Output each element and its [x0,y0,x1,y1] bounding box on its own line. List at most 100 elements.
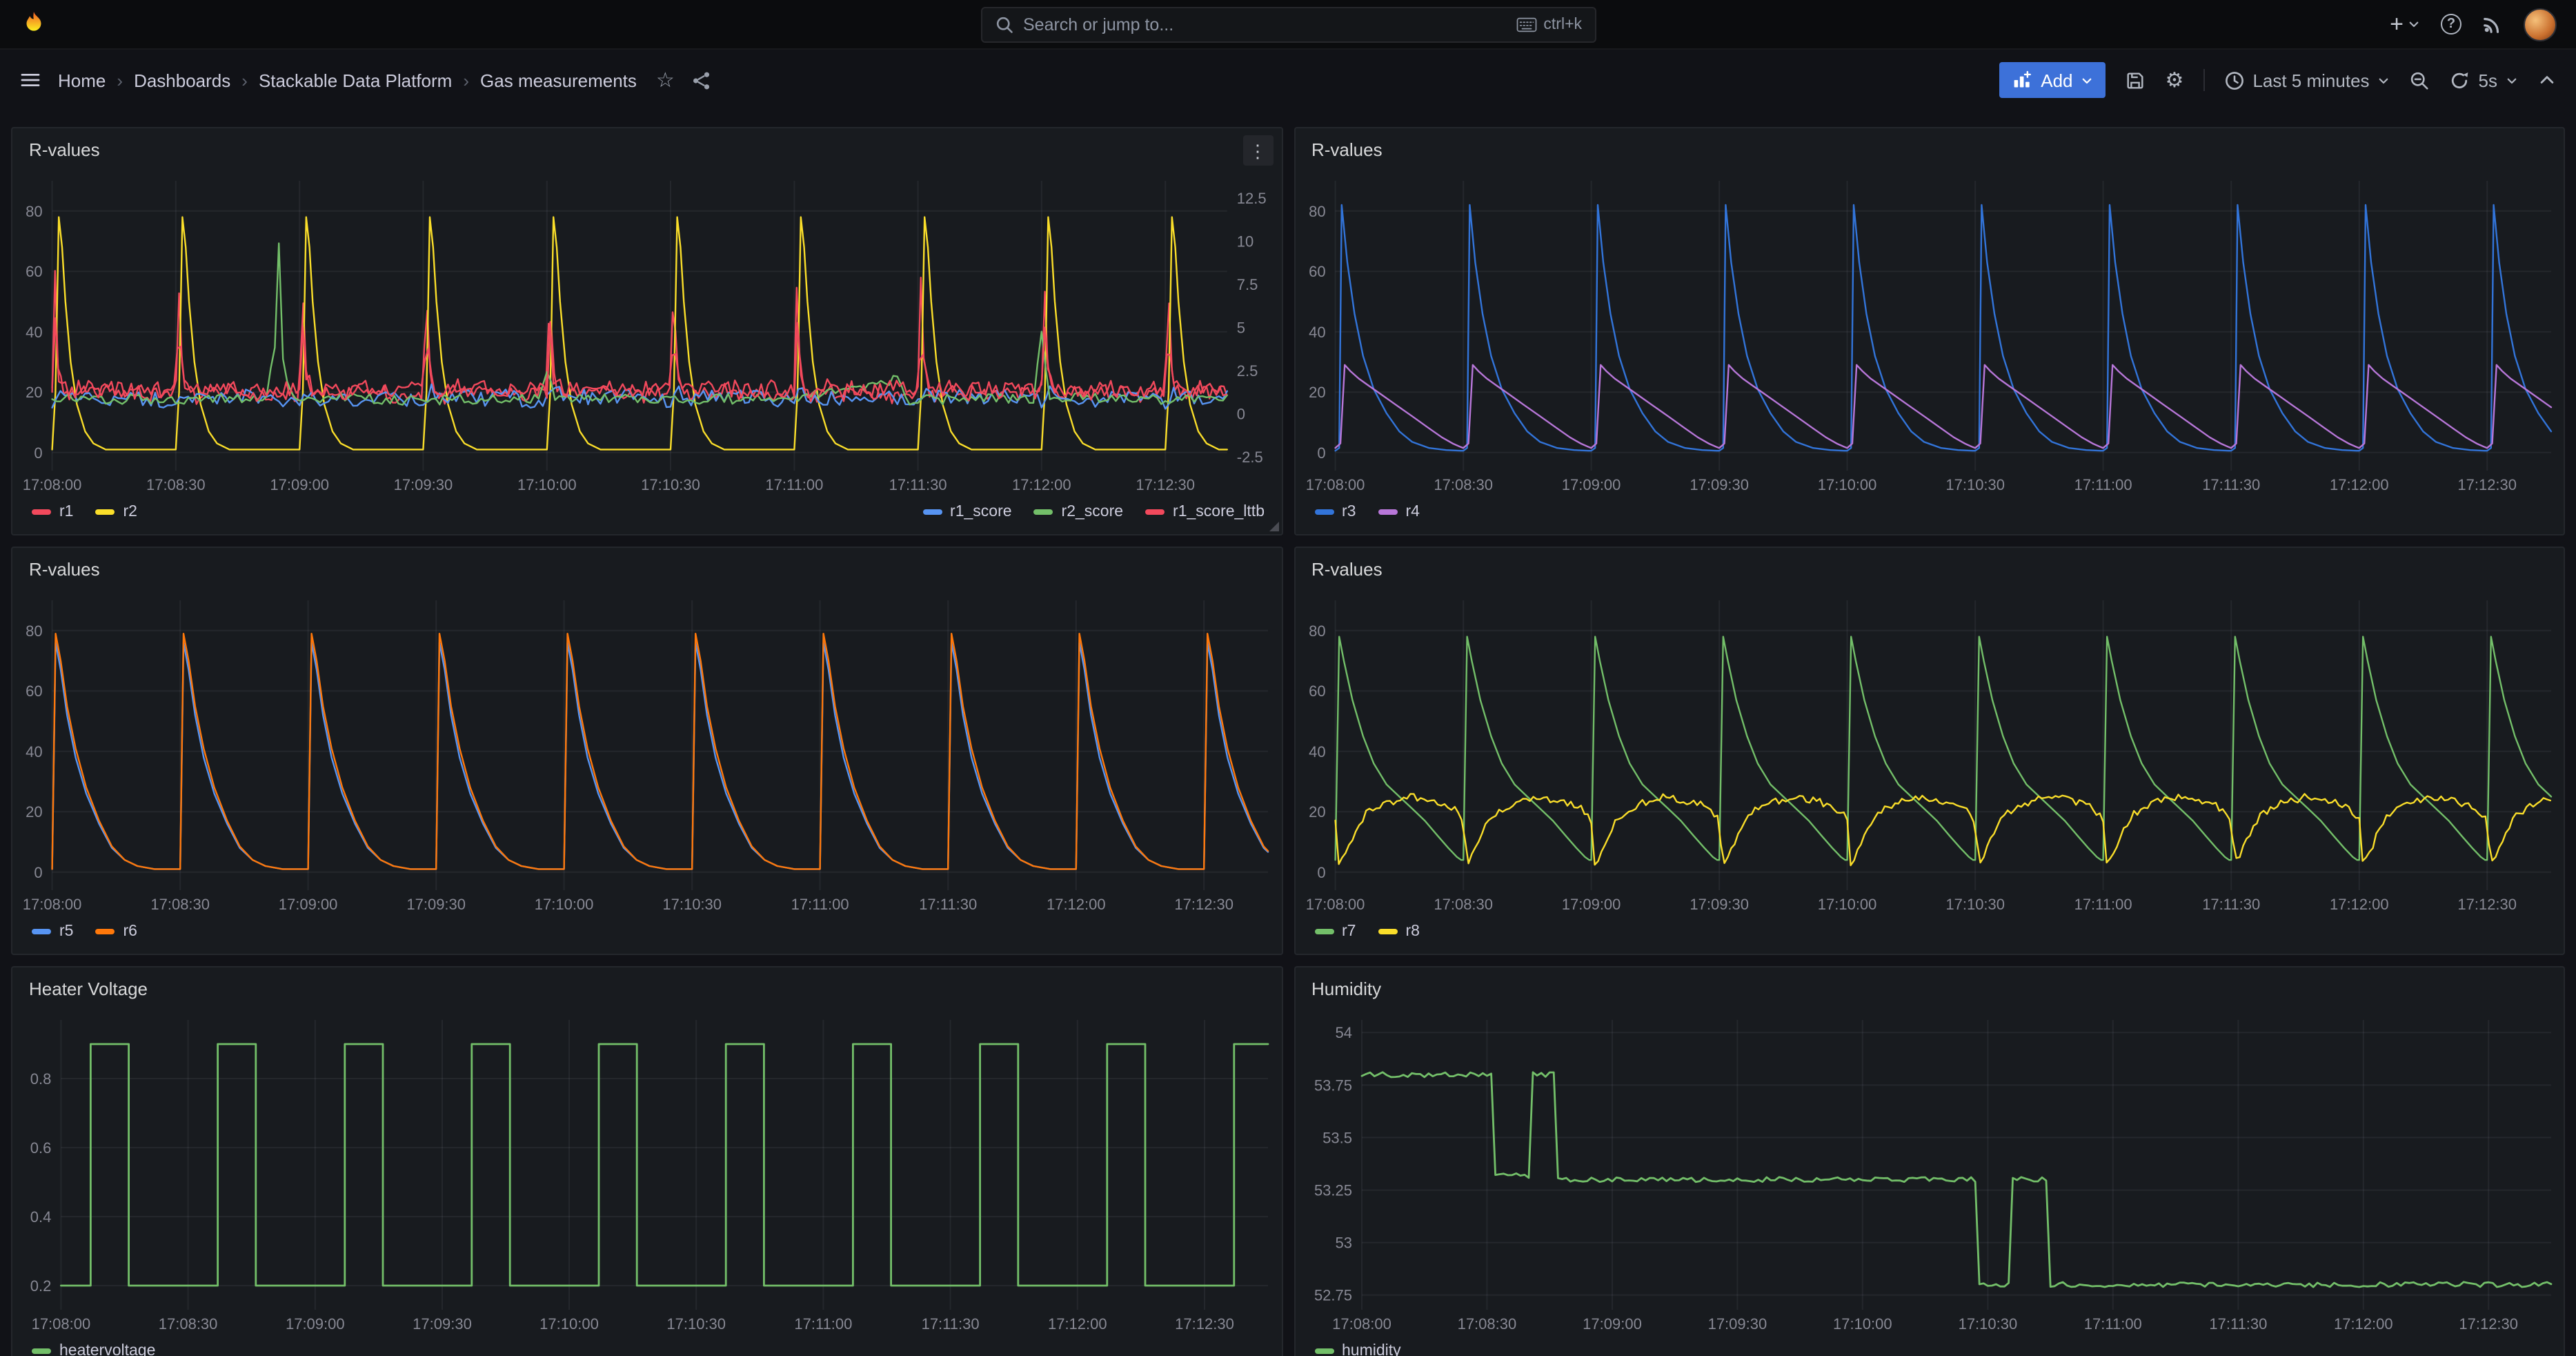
breadcrumb-item-folder[interactable]: Stackable Data Platform [259,70,452,90]
legend-swatch [32,1348,51,1354]
panel-title[interactable]: R-values [29,139,100,159]
breadcrumb-item-dashboards[interactable]: Dashboards [134,70,230,90]
new-menu-button[interactable]: + [2390,12,2420,36]
legend-swatch [1378,929,1397,934]
svg-text:17:12:00: 17:12:00 [1048,1315,1107,1333]
chart[interactable]: 020406080-2.502.557.51012.517:08:0017:08… [12,170,1281,498]
hamburger-icon [19,69,41,91]
star-icon[interactable]: ☆ [656,70,675,90]
svg-text:7.5: 7.5 [1237,276,1258,293]
help-icon: ? [2441,14,2461,35]
svg-text:17:11:00: 17:11:00 [2074,476,2132,493]
panel-header: R-values [12,128,1281,170]
chart[interactable]: 02040608017:08:0017:08:3017:09:0017:09:3… [1295,170,2564,498]
menu-button[interactable] [19,69,41,91]
help-button[interactable]: ? [2441,14,2461,35]
svg-text:0.8: 0.8 [30,1070,52,1088]
panel-title[interactable]: Heater Voltage [29,978,148,999]
svg-text:17:12:30: 17:12:30 [2457,476,2516,493]
legend-item[interactable]: r1 [32,504,73,520]
legend-group-left: r5 r6 [32,923,137,940]
panel-title[interactable]: Humidity [1311,978,1381,999]
legend-label: r1_score_lttb [1173,504,1265,520]
svg-text:17:11:30: 17:11:30 [919,896,977,913]
chart[interactable]: 02040608017:08:0017:08:3017:09:0017:09:3… [12,589,1281,918]
svg-text:17:10:30: 17:10:30 [1958,1315,2017,1333]
svg-text:-2.5: -2.5 [1237,449,1263,466]
breadcrumb-actions: ☆ [656,70,712,90]
legend-label: r6 [123,923,137,940]
legend-swatch [32,509,51,515]
svg-text:60: 60 [1308,682,1325,700]
panel-r-values-4: R-values 02040608017:08:0017:08:3017:09:… [1294,547,2565,955]
svg-text:53.5: 53.5 [1322,1129,1351,1146]
collapse-button[interactable] [2537,70,2557,90]
legend-group-left: heatervoltage [32,1343,155,1356]
svg-text:17:10:30: 17:10:30 [666,1315,726,1333]
legend-swatch [1314,509,1334,515]
settings-button[interactable]: ⚙ [2166,70,2184,90]
breadcrumb-separator: › [463,70,469,90]
panel-title[interactable]: R-values [1311,139,1383,159]
svg-text:17:12:00: 17:12:00 [2329,896,2388,913]
panel-title[interactable]: R-values [1311,558,1383,579]
app-root: ctrl+k + ? [0,0,2576,1356]
legend-item[interactable]: r2 [95,504,137,520]
save-icon [2126,70,2146,90]
panel-title[interactable]: R-values [29,558,100,579]
add-button[interactable]: Add [1999,62,2106,98]
chevron-down-icon [2378,74,2390,86]
dashboard-grid: R-values ⋮ 020406080-2.502.557.51012.517… [0,110,2576,1356]
zoom-out-button[interactable] [2410,70,2430,90]
svg-text:54: 54 [1335,1024,1351,1041]
svg-text:17:08:00: 17:08:00 [1331,1315,1391,1333]
legend: heatervoltage [12,1337,1281,1356]
svg-text:17:12:00: 17:12:00 [2333,1315,2392,1333]
panel-menu-button[interactable]: ⋮ [1242,135,1273,166]
legend-item[interactable]: humidity [1314,1343,1401,1356]
legend-item[interactable]: r5 [32,923,73,940]
save-button[interactable] [2126,70,2146,90]
refresh-button[interactable] [2450,70,2470,90]
legend-item[interactable]: r6 [95,923,137,940]
search-box[interactable]: ctrl+k [980,6,1596,42]
breadcrumb-item-dashboard[interactable]: Gas measurements [480,70,637,90]
chart-svg: 52.755353.2553.553.755417:08:0017:08:301… [1295,1009,2564,1337]
legend-item[interactable]: r4 [1378,504,1419,520]
legend-item[interactable]: r3 [1314,504,1356,520]
legend-item[interactable]: r2_score [1034,504,1124,520]
news-button[interactable] [2482,14,2503,35]
legend-item[interactable]: r1_score_lttb [1145,504,1265,520]
refresh-interval-picker[interactable]: 5s [2479,70,2518,90]
chart[interactable]: 52.755353.2553.553.755417:08:0017:08:301… [1295,1009,2564,1337]
breadcrumb-separator: › [241,70,248,90]
legend-item[interactable]: heatervoltage [32,1343,155,1356]
chart-svg: 020406080-2.502.557.51012.517:08:0017:08… [12,170,1282,498]
grafana-logo[interactable] [19,10,48,39]
legend-swatch [1034,509,1053,515]
panel-r-values-1: R-values ⋮ 020406080-2.502.557.51012.517… [11,127,1282,535]
svg-text:53.75: 53.75 [1314,1077,1351,1094]
legend-swatch [1314,1348,1334,1354]
legend-item[interactable]: r1_score [922,504,1012,520]
avatar[interactable] [2524,8,2557,41]
panel-resize-handle[interactable] [1269,522,1278,531]
svg-text:53: 53 [1335,1235,1351,1252]
breadcrumb-item-home[interactable]: Home [58,70,106,90]
legend-item[interactable]: r8 [1378,923,1419,940]
chevron-down-icon [2506,74,2518,86]
time-range-picker[interactable]: Last 5 minutes [2223,70,2390,90]
chart[interactable]: 02040608017:08:0017:08:3017:09:0017:09:3… [1295,589,2564,918]
panel-header: R-values [12,548,1281,589]
chart[interactable]: 0.20.40.60.817:08:0017:08:3017:09:0017:0… [12,1009,1281,1337]
search-input[interactable] [1023,14,1506,34]
share-button[interactable] [691,70,712,90]
svg-text:0: 0 [1316,864,1325,881]
svg-text:17:10:00: 17:10:00 [539,1315,599,1333]
plus-icon: + [2390,12,2404,36]
legend-item[interactable]: r7 [1314,923,1356,940]
legend-group-left: r7 r8 [1314,923,1420,940]
svg-text:17:09:30: 17:09:30 [413,1315,472,1333]
legend-group-right: r1_score r2_score r1_score_lttb [922,504,1265,520]
search-icon [994,14,1013,34]
